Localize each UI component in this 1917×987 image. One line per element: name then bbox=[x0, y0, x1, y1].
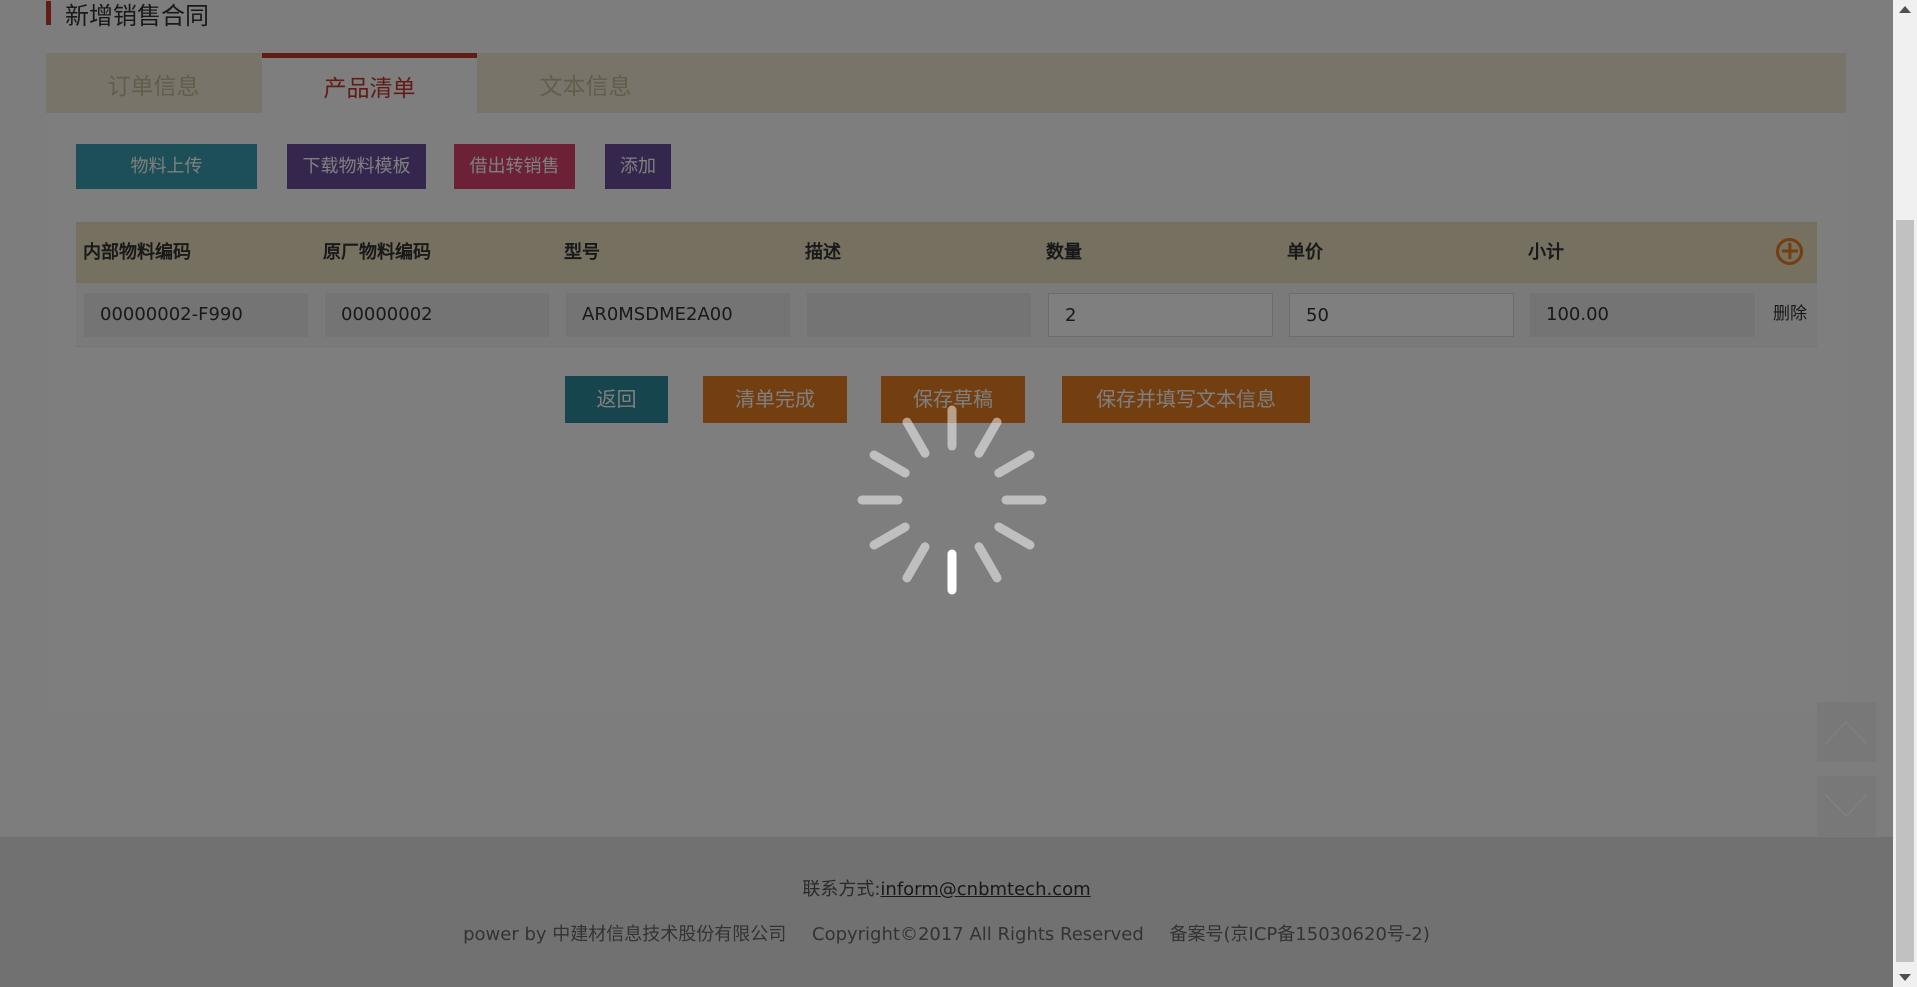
scrollbar-thumb[interactable] bbox=[1896, 220, 1914, 962]
spinner-spoke bbox=[994, 450, 1035, 478]
scrollbar[interactable] bbox=[1893, 0, 1917, 987]
scroll-down-arrow-icon[interactable] bbox=[1899, 974, 1911, 981]
spinner-spoke bbox=[994, 522, 1035, 550]
loading-spinner-icon bbox=[857, 405, 1047, 595]
spinner-spoke bbox=[974, 542, 1002, 583]
spinner-spoke bbox=[974, 417, 1002, 458]
spinner-spoke bbox=[869, 450, 910, 478]
spinner-spoke bbox=[902, 417, 930, 458]
scroll-up-arrow-icon[interactable] bbox=[1899, 6, 1911, 13]
spinner-spoke bbox=[869, 522, 910, 550]
spinner-spoke bbox=[902, 542, 930, 583]
